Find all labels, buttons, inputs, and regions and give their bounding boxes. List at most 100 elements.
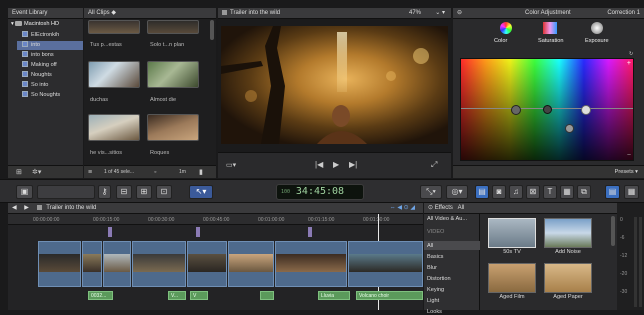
share-button[interactable]: ⊡: [156, 185, 172, 199]
previous-frame-icon[interactable]: |◀: [315, 161, 323, 169]
camera-import-button[interactable]: ▣: [16, 185, 33, 199]
timeline-ruler[interactable]: 00:00:00:00 00:00:15:00 00:00:30:00 00:0…: [8, 214, 423, 225]
speed-button[interactable]: ◎▾: [446, 185, 468, 199]
video-clip[interactable]: [275, 241, 347, 287]
video-clip[interactable]: [228, 241, 274, 287]
video-clip[interactable]: [103, 241, 131, 287]
clip-thumbnail[interactable]: [147, 114, 199, 141]
library-item-noughts[interactable]: Noughts: [22, 71, 52, 80]
effects-category-item[interactable]: Basics: [427, 254, 443, 260]
photo-browser-button[interactable]: ◙: [492, 185, 506, 199]
play-icon[interactable]: ▶: [333, 161, 339, 169]
effect-thumbnail-aged-film[interactable]: [488, 263, 536, 293]
zoom-slider-icon[interactable]: ◦: [154, 169, 156, 177]
library-item-electronkih[interactable]: ElEctronkih: [22, 31, 59, 40]
effects-category-item[interactable]: Blur: [427, 265, 437, 271]
next-frame-icon[interactable]: ▶|: [349, 161, 357, 169]
effect-thumbnail-aged-paper[interactable]: [544, 263, 592, 293]
forward-arrow-icon[interactable]: ▶: [24, 205, 29, 211]
color-tab-icon[interactable]: [500, 22, 512, 34]
effects-category-item[interactable]: Distortion: [427, 276, 451, 282]
effects-category-item[interactable]: All: [427, 243, 433, 249]
back-icon[interactable]: ⊖: [457, 10, 462, 16]
saturation-tab-icon[interactable]: [543, 22, 557, 34]
music-browser-button[interactable]: ♫: [509, 185, 523, 199]
transform-icon[interactable]: ▭▾: [226, 162, 236, 170]
clip-thumbnail[interactable]: [88, 114, 140, 141]
audio-clip[interactable]: V...: [168, 291, 186, 300]
select-tool-button[interactable]: ↖▾: [189, 185, 213, 199]
disclosure-triangle-icon[interactable]: ▾: [11, 21, 14, 27]
highlights-puck[interactable]: [581, 105, 591, 115]
library-item-into[interactable]: into: [17, 41, 83, 50]
shadows-puck[interactable]: [543, 105, 552, 114]
insert-clip-button[interactable]: ▤: [475, 185, 489, 199]
key-icon[interactable]: ⚷: [98, 185, 111, 199]
viewer-zoom[interactable]: 47%: [409, 8, 421, 18]
exposure-tab-icon[interactable]: [591, 22, 603, 34]
generators-button[interactable]: ▦: [560, 185, 574, 199]
presets-button[interactable]: Presets ▾: [615, 169, 638, 175]
effect-thumbnail-add-noise[interactable]: [544, 218, 592, 248]
blade-tool-button[interactable]: ⤡▾: [420, 185, 442, 199]
library-item-making-off[interactable]: Making off: [22, 61, 57, 70]
gear-icon[interactable]: ✲▾: [32, 169, 41, 177]
effects-category-item[interactable]: Keying: [427, 287, 444, 293]
tab-color[interactable]: Color: [494, 38, 507, 44]
fullscreen-icon[interactable]: ⤢: [431, 161, 437, 169]
effects-filter[interactable]: All: [458, 205, 465, 211]
clip-browser-scrollbar[interactable]: [210, 20, 214, 40]
clip-thumbnail[interactable]: [147, 61, 199, 88]
library-item-so-noughts[interactable]: So Noughts: [22, 91, 60, 100]
audio-clip[interactable]: [260, 291, 274, 300]
library-item-into-bons[interactable]: into bons: [22, 51, 54, 60]
tab-saturation[interactable]: Saturation: [538, 38, 564, 44]
inspector-toggle-button[interactable]: ▤: [605, 185, 620, 199]
clip-duration-zoom[interactable]: 1m: [179, 169, 186, 175]
list-view-icon[interactable]: ≡: [88, 169, 92, 177]
effects-category-list: All Video & Au... VIDEO All Basics Blur …: [424, 214, 480, 315]
back-arrow-icon[interactable]: ◀: [12, 205, 17, 211]
midtones-puck[interactable]: [565, 124, 574, 133]
timecode-display[interactable]: 100 34:45:08: [276, 184, 364, 200]
tab-exposure[interactable]: Exposure: [585, 38, 609, 44]
keyword-button[interactable]: ⊟: [116, 185, 132, 199]
video-clip[interactable]: [348, 241, 423, 287]
clip-thumbnail[interactable]: [147, 20, 199, 34]
reset-icon[interactable]: ↻: [629, 50, 633, 58]
effects-category-item[interactable]: Light: [427, 298, 439, 304]
search-field[interactable]: [37, 185, 95, 199]
video-frame[interactable]: [221, 26, 448, 144]
video-clip[interactable]: [187, 241, 227, 287]
timeline: ◀ ▶ Trailer into the wild ⇔ ◀ ⊙ ◢ 00:00:…: [8, 203, 423, 310]
clip-appearance-icon[interactable]: ▮: [199, 169, 203, 177]
text-browser-button[interactable]: T: [543, 185, 557, 199]
connected-clip[interactable]: [108, 227, 112, 237]
effects-toggle-button[interactable]: ▦: [624, 185, 639, 199]
import-icon[interactable]: ⊞: [16, 169, 22, 177]
audio-clip[interactable]: Lluvia: [318, 291, 350, 300]
view-options-icon[interactable]: ⌄ ▾: [435, 8, 445, 18]
clip-thumbnail[interactable]: [88, 61, 140, 88]
connected-clip[interactable]: [308, 227, 312, 237]
global-puck[interactable]: [511, 105, 521, 115]
video-clip[interactable]: [132, 241, 186, 287]
clips-filter[interactable]: All Clips ◆: [88, 10, 116, 16]
effect-thumbnail-50s-tv[interactable]: [488, 218, 536, 248]
clip-thumbnail[interactable]: [88, 20, 140, 34]
audio-clip[interactable]: Volcano choir: [356, 291, 423, 300]
video-clip[interactable]: [82, 241, 102, 287]
audio-clip[interactable]: 0032...: [88, 291, 113, 300]
analyze-button[interactable]: ⊞: [136, 185, 152, 199]
themes-button[interactable]: ⧉: [577, 185, 591, 199]
library-root[interactable]: ▾ Macintosh HD: [11, 21, 59, 27]
timeline-tools[interactable]: ⇔ ◀ ⊙ ◢: [390, 203, 415, 213]
color-board[interactable]: + −: [460, 58, 634, 161]
effects-category-all-video-audio[interactable]: All Video & Au...: [427, 216, 467, 222]
titles-browser-button[interactable]: ⊠: [526, 185, 540, 199]
audio-clip[interactable]: V: [190, 291, 208, 300]
effects-scrollbar[interactable]: [611, 216, 615, 246]
library-item-so-into[interactable]: So into: [22, 81, 48, 90]
connected-clip[interactable]: [196, 227, 200, 237]
video-clip[interactable]: [38, 241, 81, 287]
